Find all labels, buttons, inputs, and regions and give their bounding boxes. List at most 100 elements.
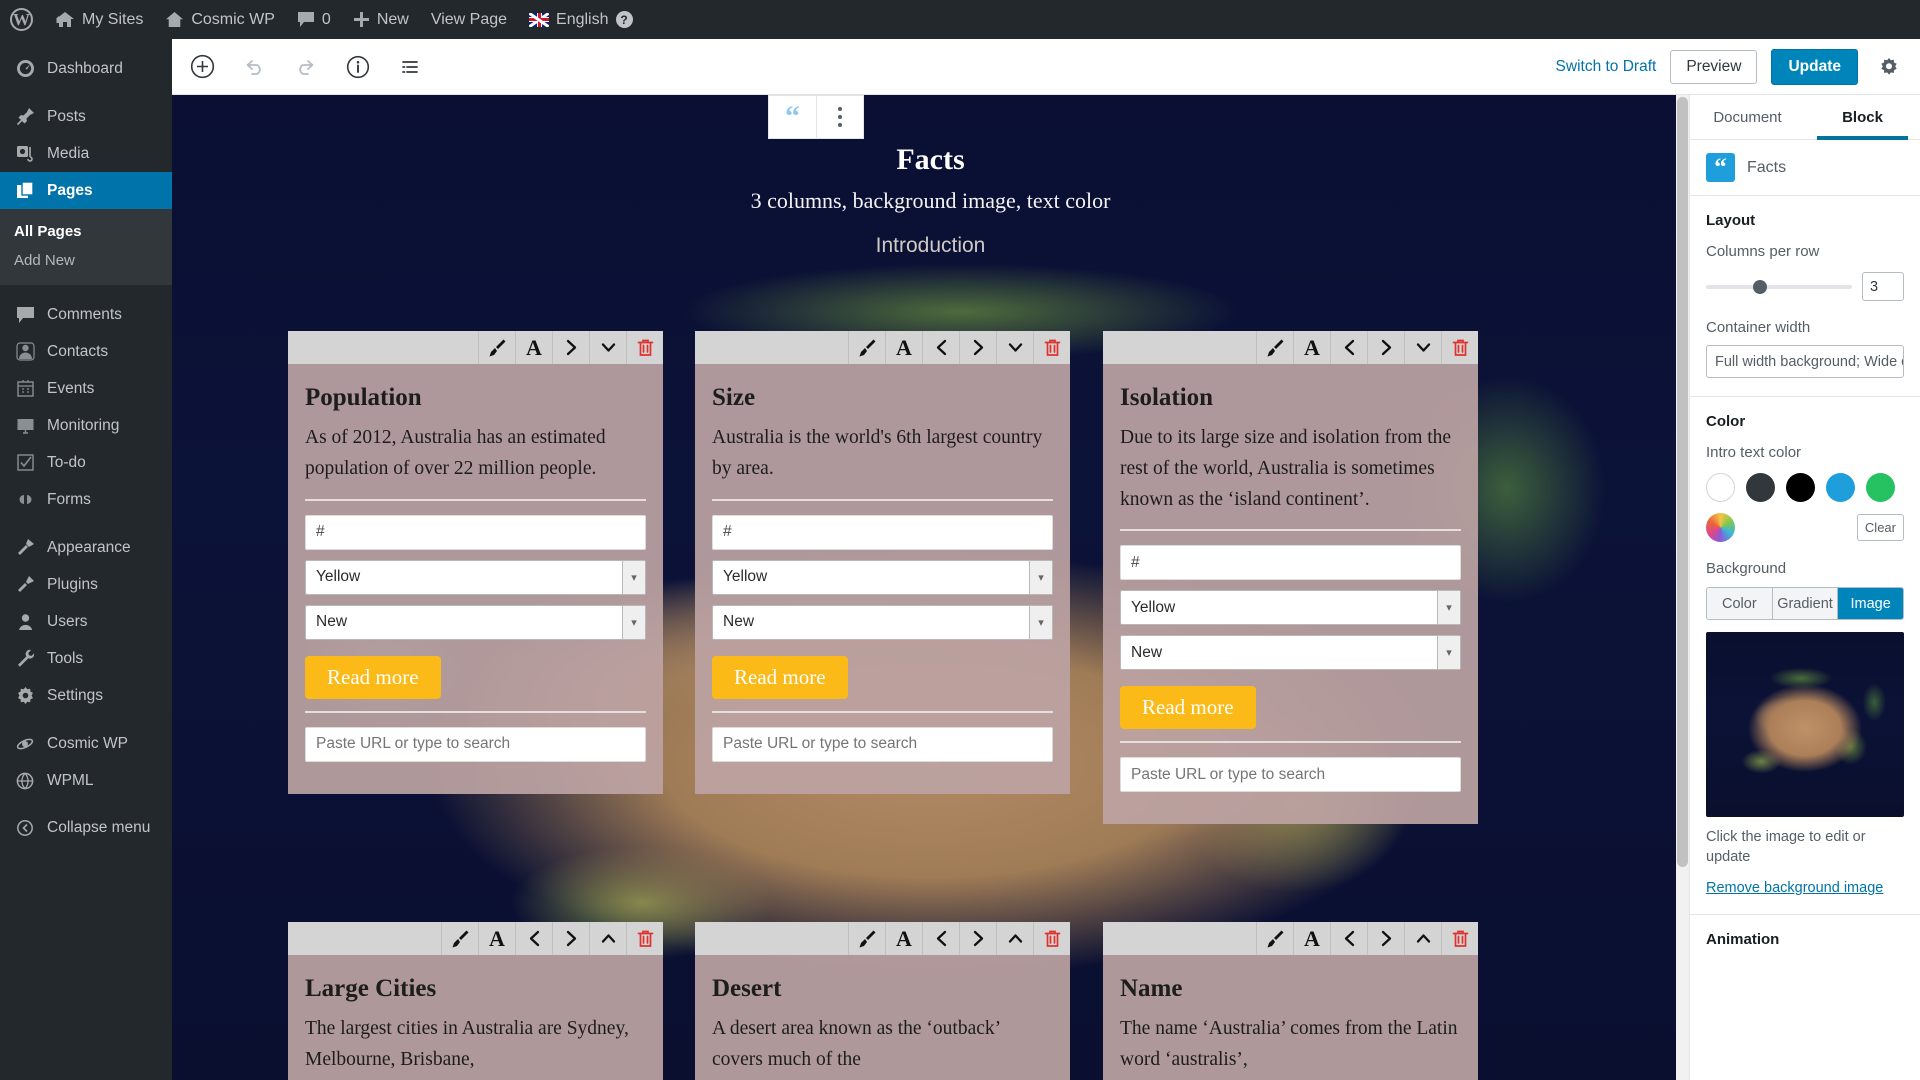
add-block-icon[interactable] — [184, 49, 220, 85]
container-width-select[interactable]: Full width background; Wide container — [1706, 345, 1904, 378]
move-right-icon[interactable] — [552, 331, 589, 364]
info-icon[interactable] — [340, 49, 376, 85]
canvas-scrollbar-thumb[interactable] — [1677, 97, 1688, 867]
move-left-icon[interactable] — [922, 331, 959, 364]
brush-icon[interactable] — [1256, 922, 1293, 955]
move-left-icon[interactable] — [515, 922, 552, 955]
card-paragraph[interactable]: The name ‘Australia’ comes from the Lati… — [1120, 1014, 1461, 1076]
columns-number-input[interactable]: 3 — [1862, 272, 1904, 301]
gear-icon[interactable] — [1872, 50, 1906, 84]
trash-icon[interactable] — [1441, 331, 1478, 364]
move-right-icon[interactable] — [959, 922, 996, 955]
brush-icon[interactable] — [478, 331, 515, 364]
tab-block[interactable]: Block — [1805, 95, 1920, 140]
card-color-select[interactable]: Yellow ▾ — [712, 559, 1053, 595]
admin-bar-comments[interactable]: 0 — [286, 0, 342, 39]
sidebar-item-pages[interactable]: Pages — [0, 172, 172, 209]
sidebar-item-media[interactable]: Media — [0, 135, 172, 172]
trash-icon[interactable] — [1441, 922, 1478, 955]
sidebar-item-collapse-menu[interactable]: Collapse menu — [0, 809, 172, 846]
sidebar-item-settings[interactable]: Settings — [0, 677, 172, 714]
animation-section[interactable]: Animation — [1690, 915, 1920, 966]
columns-slider[interactable] — [1706, 279, 1852, 294]
card-heading[interactable]: Desert — [712, 975, 1053, 1003]
card-large-cities[interactable]: A Large Cities The largest cities in Aus… — [288, 922, 663, 1080]
read-more-button[interactable]: Read more — [1120, 686, 1256, 730]
admin-bar-my-sites[interactable]: My Sites — [44, 0, 154, 39]
text-color-icon[interactable]: A — [885, 922, 922, 955]
quote-icon[interactable]: “ — [769, 96, 816, 138]
canvas-scrollbar[interactable] — [1676, 95, 1689, 1080]
sidebar-item-posts[interactable]: Posts — [0, 98, 172, 135]
card-size[interactable]: A Size Australia is the world's 6th larg… — [695, 331, 1070, 794]
remove-background-image-link[interactable]: Remove background image — [1706, 880, 1883, 896]
card-tab-select[interactable]: New ▾ — [712, 604, 1053, 640]
page-intro-text[interactable]: Introduction — [172, 234, 1689, 258]
brush-icon[interactable] — [848, 331, 885, 364]
sidebar-item-dashboard[interactable]: Dashboard — [0, 50, 172, 87]
card-link-search-input[interactable]: Paste URL or type to search — [712, 726, 1053, 762]
move-up-icon[interactable] — [589, 922, 626, 955]
bg-tab-gradient[interactable]: Gradient — [1772, 588, 1839, 619]
card-desert[interactable]: A Desert A desert area known as the ‘out… — [695, 922, 1070, 1080]
card-color-select[interactable]: Yellow ▾ — [1120, 590, 1461, 626]
card-heading[interactable]: Isolation — [1120, 384, 1461, 412]
trash-icon[interactable] — [626, 331, 663, 364]
sidebar-item-wpml[interactable]: WPML — [0, 762, 172, 799]
color-swatch-custom[interactable] — [1706, 513, 1735, 542]
brush-icon[interactable] — [441, 922, 478, 955]
admin-bar-wp-logo[interactable]: W — [0, 0, 44, 39]
card-tab-select[interactable]: New ▾ — [305, 604, 646, 640]
card-url-input[interactable]: # — [305, 514, 646, 550]
sidebar-item-todo[interactable]: To-do — [0, 444, 172, 481]
admin-bar-language[interactable]: English ? — [518, 0, 643, 39]
card-color-select[interactable]: Yellow ▾ — [305, 559, 646, 595]
move-up-icon[interactable] — [996, 922, 1033, 955]
move-down-icon[interactable] — [1404, 331, 1441, 364]
submenu-item-add-new[interactable]: Add New — [0, 246, 172, 275]
more-options-icon[interactable] — [816, 96, 863, 138]
trash-icon[interactable] — [1033, 922, 1070, 955]
bg-tab-color[interactable]: Color — [1707, 588, 1773, 619]
move-right-icon[interactable] — [1367, 922, 1404, 955]
color-swatch-blue[interactable] — [1826, 473, 1855, 502]
card-paragraph[interactable]: A desert area known as the ‘outback’ cov… — [712, 1014, 1053, 1076]
card-name[interactable]: A Name The name ‘Australia’ comes from t… — [1103, 922, 1478, 1080]
sidebar-item-plugins[interactable]: Plugins — [0, 566, 172, 603]
card-paragraph[interactable]: Australia is the world's 6th largest cou… — [712, 423, 1053, 485]
slider-knob[interactable] — [1753, 279, 1768, 294]
card-url-input[interactable]: # — [712, 514, 1053, 550]
tab-document[interactable]: Document — [1690, 95, 1805, 139]
sidebar-item-cosmic-wp[interactable]: Cosmic WP — [0, 725, 172, 762]
admin-bar-view-page[interactable]: View Page — [420, 0, 518, 39]
redo-icon[interactable] — [288, 49, 324, 85]
card-population[interactable]: A Population As of 2012, Australia has a… — [288, 331, 663, 794]
card-url-input[interactable]: # — [1120, 545, 1461, 581]
card-paragraph[interactable]: As of 2012, Australia has an estimated p… — [305, 423, 646, 485]
switch-to-draft-link[interactable]: Switch to Draft — [1556, 58, 1657, 76]
preview-button[interactable]: Preview — [1670, 49, 1758, 84]
admin-bar-site-name[interactable]: Cosmic WP — [154, 0, 286, 39]
text-color-icon[interactable]: A — [1293, 331, 1330, 364]
undo-icon[interactable] — [236, 49, 272, 85]
color-swatch-black[interactable] — [1786, 473, 1815, 502]
card-link-search-input[interactable]: Paste URL or type to search — [1120, 757, 1461, 793]
move-right-icon[interactable] — [959, 331, 996, 364]
move-down-icon[interactable] — [589, 331, 626, 364]
text-color-icon[interactable]: A — [885, 331, 922, 364]
move-up-icon[interactable] — [1404, 922, 1441, 955]
color-swatch-white[interactable] — [1706, 473, 1735, 502]
move-down-icon[interactable] — [996, 331, 1033, 364]
card-heading[interactable]: Large Cities — [305, 975, 646, 1003]
sidebar-item-monitoring[interactable]: Monitoring — [0, 407, 172, 444]
card-heading[interactable]: Population — [305, 384, 646, 412]
color-swatch-green[interactable] — [1866, 473, 1895, 502]
brush-icon[interactable] — [848, 922, 885, 955]
card-paragraph[interactable]: Due to its large size and isolation from… — [1120, 423, 1461, 515]
trash-icon[interactable] — [1033, 331, 1070, 364]
read-more-button[interactable]: Read more — [305, 655, 441, 699]
admin-bar-new[interactable]: New — [342, 0, 420, 39]
text-color-icon[interactable]: A — [1293, 922, 1330, 955]
move-right-icon[interactable] — [1367, 331, 1404, 364]
sidebar-item-events[interactable]: Events — [0, 370, 172, 407]
